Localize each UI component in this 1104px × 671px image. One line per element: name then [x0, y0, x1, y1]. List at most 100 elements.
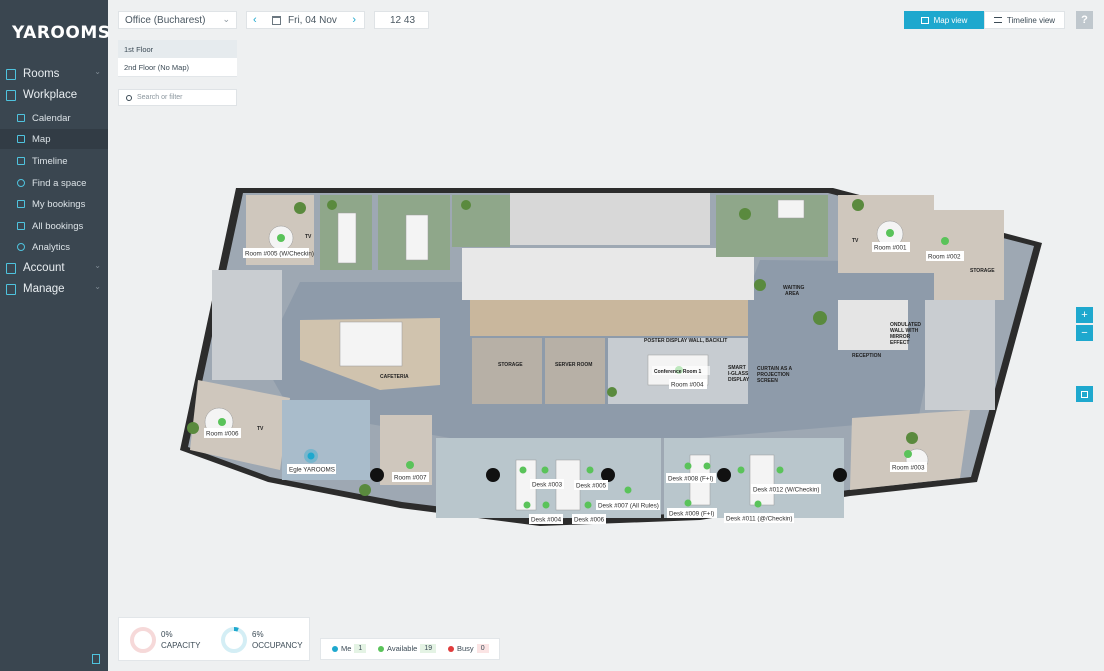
legend-me: Me 1	[332, 644, 366, 653]
map-view-button[interactable]: Map view	[904, 11, 984, 29]
occupancy-ring	[220, 626, 248, 654]
sidebar-item-label: My bookings	[32, 199, 85, 210]
all-bookings-icon	[17, 222, 25, 230]
desk-block	[556, 460, 580, 510]
top-right-lounge	[716, 195, 828, 257]
sidebar-section-manage[interactable]: Manage ⌄	[0, 279, 108, 299]
search-input[interactable]: Search or filter	[118, 89, 237, 106]
stairwell	[510, 193, 710, 245]
sidebar-section-account[interactable]: Account ⌄	[0, 258, 108, 278]
desk-status-dot	[543, 502, 550, 509]
server-room	[545, 338, 605, 404]
cafeteria-label: CAFETERIA	[380, 374, 409, 380]
storage-label: STORAGE	[498, 362, 523, 368]
i-glass-label: I-GLASS	[728, 371, 749, 377]
timeline-view-button[interactable]: Timeline view	[984, 11, 1065, 29]
cafeteria-table	[340, 322, 402, 366]
calendar-icon	[272, 16, 281, 25]
round-table	[205, 408, 233, 436]
chevron-right-icon[interactable]: ›	[352, 14, 356, 26]
occupancy-stat: 6% OCCUPANCY	[252, 629, 303, 651]
room-003-area	[850, 410, 970, 490]
desk-011-status-dot	[755, 501, 762, 508]
round-table	[877, 221, 903, 247]
room-002-label: Room #002	[928, 254, 961, 261]
room-005-status-dot	[277, 234, 285, 242]
sidebar-section-rooms[interactable]: Rooms ⌄	[0, 64, 108, 84]
washroom-left	[212, 270, 282, 380]
desk-007-label: Desk #007 (All Rules)	[598, 503, 659, 510]
map-icon	[921, 17, 929, 24]
manage-icon	[6, 284, 16, 295]
zoom-out-button[interactable]: −	[1076, 325, 1093, 341]
waiting-label: WAITING	[783, 285, 804, 291]
legend-count: 19	[420, 644, 436, 653]
room-006-area	[190, 380, 290, 470]
zoom-in-button[interactable]: +	[1076, 307, 1093, 323]
location-select[interactable]: Office (Bucharest) ⌄	[118, 11, 237, 29]
time-field[interactable]: 12 43	[374, 11, 429, 29]
ondulated-label: ONDULATED	[890, 322, 921, 328]
sidebar-item-analytics[interactable]: Analytics	[0, 237, 108, 257]
legend-label: Busy	[457, 644, 474, 653]
legend-busy: Busy 0	[448, 644, 489, 653]
room-001-area	[838, 195, 934, 273]
reception-label: RECEPTION	[852, 353, 882, 359]
sidebar-section-workplace[interactable]: Workplace	[0, 85, 108, 105]
sidebar-item-calendar[interactable]: Calendar	[0, 108, 108, 128]
desk-status-dot	[738, 467, 745, 474]
egle-me-dot	[308, 453, 315, 460]
sidebar-item-my-bookings[interactable]: My bookings	[0, 194, 108, 214]
meeting-area-3	[452, 195, 510, 247]
map-view-label: Map view	[934, 16, 968, 25]
plant	[359, 484, 371, 496]
tv-label: TV	[257, 426, 264, 432]
edit-button[interactable]	[1076, 386, 1093, 402]
column	[601, 468, 615, 482]
poster-wall-label: POSTER DISPLAY WALL, BACKLIT	[644, 338, 727, 344]
help-button[interactable]: ?	[1076, 11, 1093, 29]
plant	[607, 387, 617, 397]
plant	[187, 422, 199, 434]
collapse-sidebar-icon[interactable]	[92, 654, 100, 664]
sidebar: YAROOMS Rooms ⌄ Workplace Calendar Map T…	[0, 0, 108, 671]
sidebar-item-timeline[interactable]: Timeline	[0, 151, 108, 171]
chevron-down-icon: ⌄	[222, 14, 230, 25]
plant	[294, 202, 306, 214]
occupancy-value: 6%	[252, 629, 303, 640]
wall-with-label: WALL WITH	[890, 328, 919, 334]
capacity-ring	[129, 626, 157, 654]
desk-block	[516, 460, 536, 510]
room-006-status-dot	[218, 418, 226, 426]
legend-label: Available	[387, 644, 417, 653]
sidebar-item-all-bookings[interactable]: All bookings	[0, 216, 108, 236]
rooms-icon	[6, 69, 16, 80]
sidebar-section-label: Manage	[23, 283, 65, 295]
sidebar-item-find-a-space[interactable]: Find a space	[0, 173, 108, 193]
yarooms-logo[interactable]: YAROOMS	[12, 23, 111, 43]
sidebar-item-label: Find a space	[32, 178, 86, 189]
table	[778, 200, 804, 218]
column	[833, 468, 847, 482]
projection-label: PROJECTION	[757, 372, 790, 378]
room-007-label: Room #007	[394, 475, 427, 482]
floor-item-2nd[interactable]: 2nd Floor (No Map)	[118, 58, 237, 77]
sidebar-item-label: Timeline	[32, 156, 68, 167]
room-001-status-dot	[886, 229, 894, 237]
room-007-status-dot	[406, 461, 414, 469]
search-icon	[126, 95, 132, 101]
sidebar-item-map[interactable]: Map	[0, 129, 108, 149]
meeting-area-1	[320, 195, 372, 270]
building-outline	[180, 188, 1042, 526]
desk-006-label: Desk #006	[574, 517, 605, 524]
desk-005-status-dot	[587, 467, 594, 474]
storage-right-label: STORAGE	[970, 268, 995, 274]
sidebar-item-label: Calendar	[32, 113, 71, 124]
capacity-label: CAPACITY	[161, 640, 200, 651]
chevron-left-icon[interactable]: ‹	[253, 14, 257, 26]
floor-item-1st[interactable]: 1st Floor	[118, 40, 237, 59]
desk-status-dot	[704, 463, 711, 470]
desk-012-status-dot	[777, 467, 784, 474]
date-picker[interactable]: ‹ Fri, 04 Nov ›	[246, 11, 365, 29]
plant	[461, 200, 471, 210]
